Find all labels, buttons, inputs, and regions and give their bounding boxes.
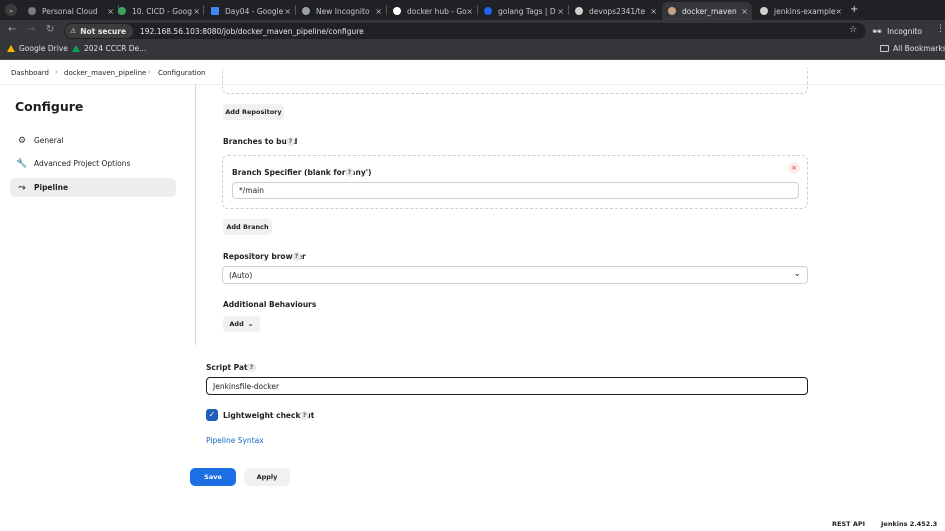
remove-branch-icon[interactable]: × xyxy=(788,162,800,174)
close-icon[interactable]: × xyxy=(375,7,382,16)
help-icon[interactable]: ? xyxy=(247,363,256,372)
tab-search-icon[interactable]: ⌄ xyxy=(5,4,17,16)
sidebar-item-pipeline[interactable]: ⤳ Pipeline xyxy=(10,178,176,197)
close-icon[interactable]: × xyxy=(284,7,291,16)
rest-api-link[interactable]: REST API xyxy=(832,520,865,528)
incognito-chip[interactable]: 🕶 Incognito xyxy=(872,23,922,39)
section-divider xyxy=(195,85,196,345)
security-chip[interactable]: ⚠ Not secure xyxy=(65,24,134,38)
browser-tab-strip: ⌄ Personal Cloud × 10. CICD - Goog × Day04… xyxy=(0,0,945,20)
close-icon[interactable]: × xyxy=(466,7,473,16)
repository-box xyxy=(222,68,808,94)
tab-favicon-icon xyxy=(118,7,126,15)
browser-tab[interactable]: Personal Cloud × xyxy=(22,2,118,20)
add-repository-button[interactable]: Add Repository xyxy=(223,104,284,120)
add-behaviour-button[interactable]: Add ⌄ xyxy=(223,316,260,332)
gear-icon: ⚙ xyxy=(17,135,27,146)
script-path-label: Script Path xyxy=(206,363,253,372)
branch-specifier-input[interactable]: */main xyxy=(232,182,799,199)
omnibox[interactable]: ⚠ Not secure 192.168.56.103:8080/job/doc… xyxy=(64,23,866,39)
chevron-down-icon: ⌄ xyxy=(247,320,254,328)
drive-icon xyxy=(7,45,15,52)
bookmark-item[interactable]: Google Drive xyxy=(7,44,68,53)
tab-favicon-icon xyxy=(668,7,676,15)
help-icon[interactable]: ? xyxy=(345,168,354,177)
script-path-input[interactable]: Jenkinsfile-docker xyxy=(206,377,808,395)
menu-dots-icon[interactable]: ⋮ xyxy=(936,24,945,34)
bookmark-star-icon[interactable]: ☆ xyxy=(849,25,857,35)
back-icon[interactable]: ← xyxy=(8,24,16,35)
apply-button[interactable]: Apply xyxy=(244,468,290,486)
browser-tab[interactable]: 10. CICD - Goog × xyxy=(112,2,204,20)
add-branch-button[interactable]: Add Branch xyxy=(223,219,272,235)
browser-tab[interactable]: jenkins-example × xyxy=(754,2,846,20)
close-icon[interactable]: × xyxy=(650,7,657,16)
pipeline-syntax-link[interactable]: Pipeline Syntax xyxy=(206,436,264,445)
warning-icon: ⚠ xyxy=(70,27,77,35)
page-title: Configure xyxy=(15,99,84,114)
help-icon[interactable]: ? xyxy=(286,137,295,146)
browser-tab-active[interactable]: docker_maven × xyxy=(662,2,752,20)
sidebar-item-advanced-project-options[interactable]: 🔧 Advanced Project Options xyxy=(10,154,176,173)
additional-behaviours-label: Additional Behaviours xyxy=(223,300,317,309)
wrench-icon: 🔧 xyxy=(16,158,28,169)
browser-tab[interactable]: New Incognito × xyxy=(296,2,386,20)
folder-icon xyxy=(880,45,889,52)
tab-favicon-icon xyxy=(393,7,401,15)
chevron-down-icon: ⌄ xyxy=(793,269,801,279)
help-icon[interactable]: ? xyxy=(300,411,309,420)
lightweight-checkout-checkbox[interactable]: ✓ xyxy=(206,409,218,421)
tab-favicon-icon xyxy=(28,7,36,15)
browser-tab[interactable]: docker hub - Go × xyxy=(387,2,477,20)
repository-browser-select[interactable]: (Auto) ⌄ xyxy=(222,266,808,284)
jenkins-version[interactable]: Jenkins 2.452.3 xyxy=(881,520,937,528)
close-icon[interactable]: × xyxy=(835,7,842,16)
breadcrumb-configuration[interactable]: Configuration xyxy=(158,69,205,77)
drive-icon xyxy=(72,45,80,52)
save-button[interactable]: Save xyxy=(190,468,236,486)
close-icon[interactable]: × xyxy=(741,7,748,16)
close-icon[interactable]: × xyxy=(193,7,200,16)
browser-tab[interactable]: devops2341/te × xyxy=(569,2,661,20)
tab-favicon-icon xyxy=(211,7,219,15)
incognito-icon: 🕶 xyxy=(872,26,883,36)
tab-favicon-icon xyxy=(484,7,492,15)
breadcrumb-job[interactable]: docker_maven_pipeline xyxy=(64,69,146,77)
chevron-right-icon: › xyxy=(55,68,58,76)
chevron-right-icon: › xyxy=(148,68,151,76)
sidebar-item-general[interactable]: ⚙ General xyxy=(10,131,176,150)
tab-favicon-icon xyxy=(575,7,583,15)
help-icon[interactable]: ? xyxy=(292,252,301,261)
url-text: 192.168.56.103:8080/job/docker_maven_pip… xyxy=(140,26,364,36)
browser-tab[interactable]: golang Tags | D × xyxy=(478,2,568,20)
bookmark-item[interactable]: 2024 CCCR De... xyxy=(72,44,146,53)
forward-icon[interactable]: → xyxy=(27,24,35,35)
reload-icon[interactable]: ↻ xyxy=(46,24,54,35)
browser-tab[interactable]: Day04 - Google × xyxy=(205,2,295,20)
new-tab-plus-icon[interactable]: + xyxy=(850,4,858,15)
tab-favicon-icon xyxy=(302,7,310,15)
tab-favicon-icon xyxy=(760,7,768,15)
breadcrumb-dashboard[interactable]: Dashboard xyxy=(11,69,49,77)
close-icon[interactable]: × xyxy=(557,7,564,16)
pipeline-icon: ⤳ xyxy=(18,182,26,193)
all-bookmarks[interactable]: All Bookmarks xyxy=(880,44,945,53)
